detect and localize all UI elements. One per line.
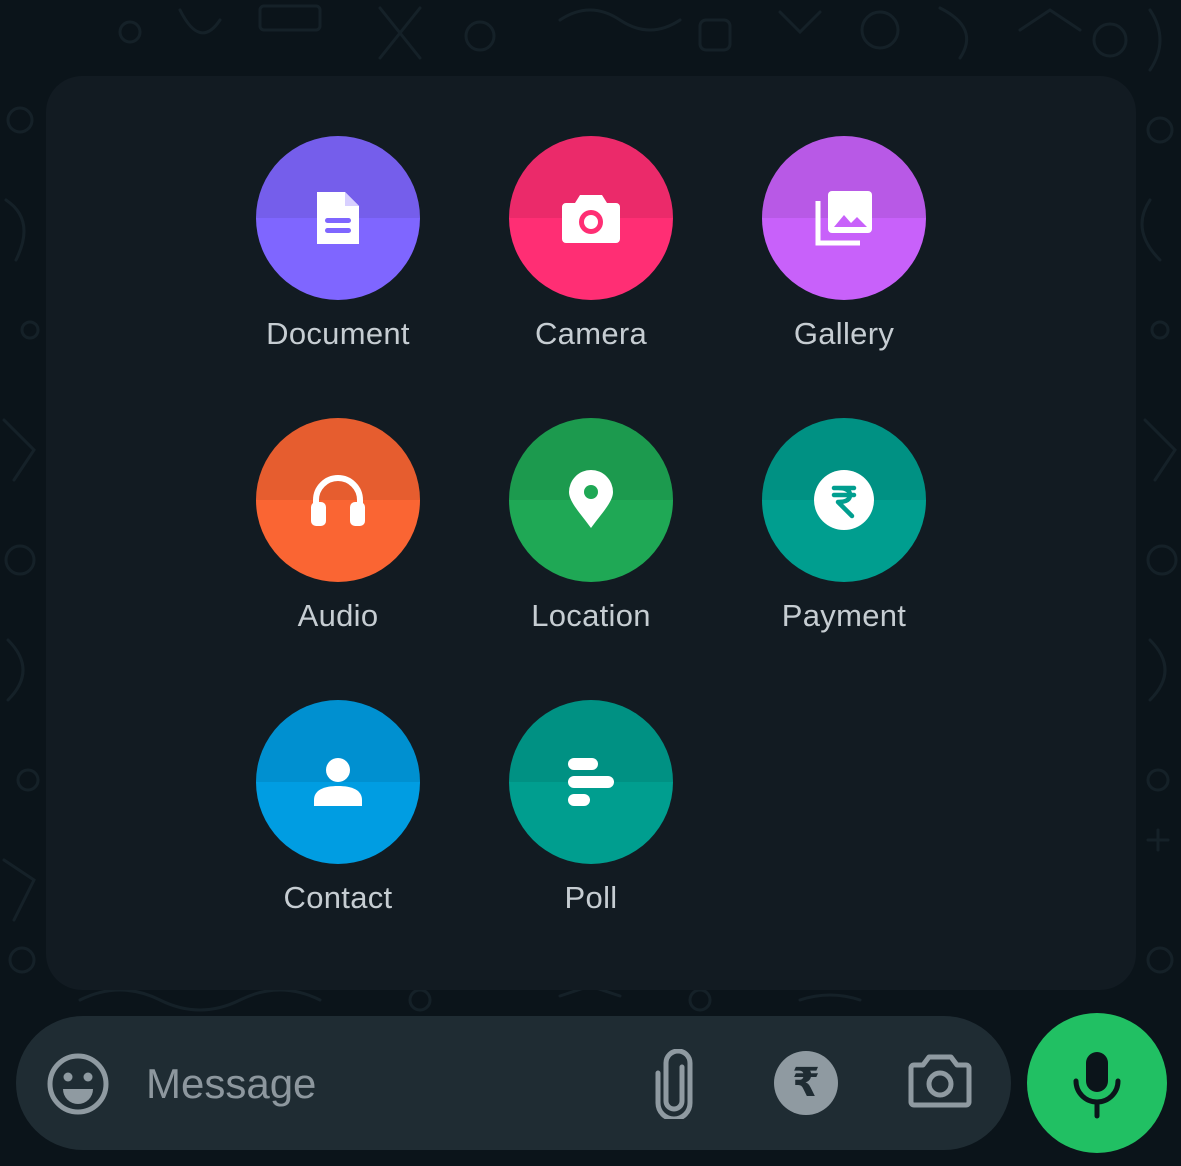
audio-icon-circle <box>256 418 420 582</box>
option-label: Poll <box>564 880 618 915</box>
microphone-icon <box>1073 1052 1121 1119</box>
contact-icon-circle <box>256 700 420 864</box>
payment-icon-circle <box>762 418 926 582</box>
message-composer: ₹ <box>16 1016 1011 1150</box>
location-icon-circle <box>509 418 673 582</box>
option-label: Audio <box>297 598 379 633</box>
rupee-icon: ₹ <box>792 1061 820 1105</box>
camera-icon <box>562 195 620 243</box>
attach-payment-button[interactable]: Payment <box>734 418 954 658</box>
gallery-icon <box>815 191 872 246</box>
gallery-icon-circle <box>762 136 926 300</box>
attach-document-button[interactable]: Document <box>228 136 448 376</box>
document-icon <box>317 192 359 244</box>
emoji-icon[interactable] <box>46 1052 110 1116</box>
attach-gallery-button[interactable]: Gallery <box>734 136 954 376</box>
attach-camera-button[interactable]: Camera <box>481 136 701 376</box>
poll-icon-circle <box>509 700 673 864</box>
attach-audio-button[interactable]: Audio <box>228 418 448 658</box>
voice-record-button[interactable] <box>1027 1013 1167 1153</box>
option-label: Document <box>266 316 410 351</box>
rupee-icon <box>814 470 874 530</box>
document-icon-circle <box>256 136 420 300</box>
option-label: Camera <box>534 316 648 351</box>
location-pin-icon <box>569 470 613 528</box>
attach-contact-button[interactable]: Contact <box>228 700 448 940</box>
option-label: Payment <box>781 598 907 633</box>
message-input[interactable] <box>144 1040 608 1128</box>
option-label: Contact <box>283 880 393 915</box>
attach-poll-button[interactable]: Poll <box>481 700 701 940</box>
payment-button[interactable]: ₹ <box>774 1051 838 1115</box>
paperclip-icon[interactable] <box>646 1049 702 1119</box>
poll-icon <box>568 758 614 806</box>
person-icon <box>314 758 362 806</box>
headphones-icon <box>311 475 365 526</box>
camera-icon-circle <box>509 136 673 300</box>
option-label: Location <box>531 598 651 633</box>
camera-icon[interactable] <box>908 1052 972 1110</box>
option-label: Gallery <box>793 316 895 351</box>
attachment-menu-panel: Document Camera Gallery Audio Location P… <box>46 76 1136 990</box>
attach-location-button[interactable]: Location <box>481 418 701 658</box>
